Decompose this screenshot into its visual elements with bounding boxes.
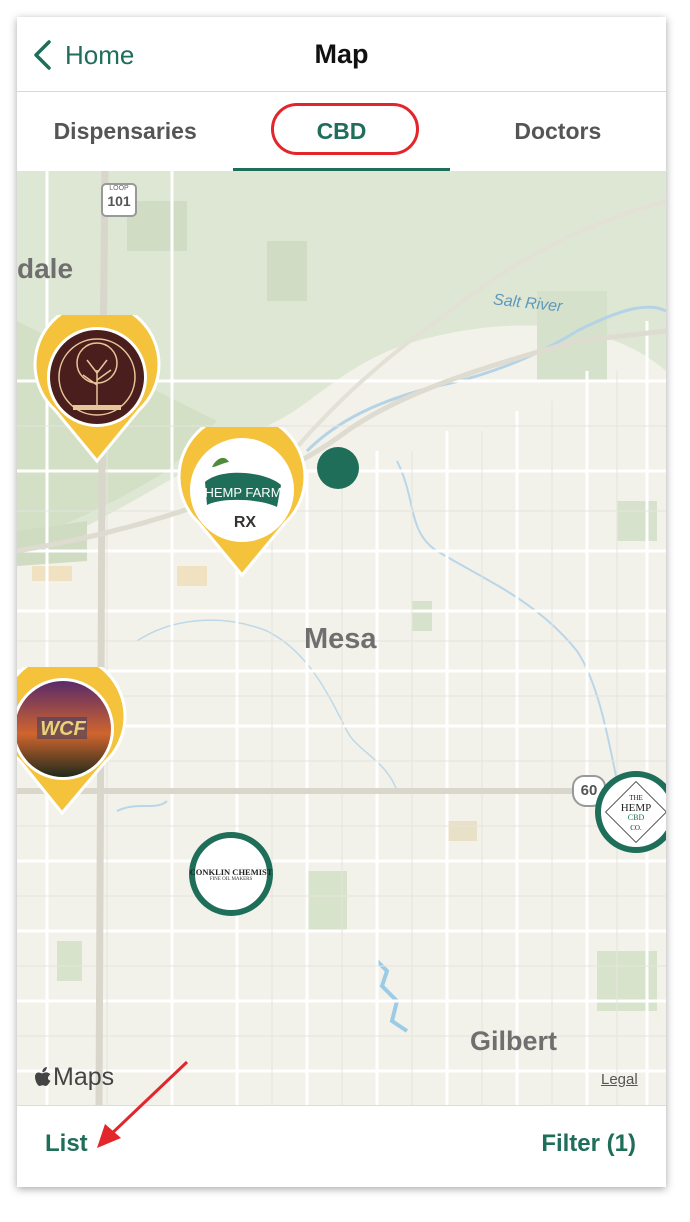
conklin-title: CONKLIN CHEMIST	[189, 866, 273, 877]
bottom-toolbar: List Filter (1)	[17, 1105, 666, 1187]
list-button[interactable]: List	[45, 1130, 88, 1158]
hemp-co-co: CO.	[630, 824, 642, 832]
hemp-co-cbd: CBD	[627, 813, 645, 822]
hemp-farm-text: HEMP FARM	[204, 485, 281, 500]
map-pin-tree-dispensary[interactable]	[33, 315, 161, 465]
apple-logo-icon	[35, 1066, 51, 1086]
current-location-dot[interactable]	[317, 447, 359, 489]
tab-dispensaries[interactable]: Dispensaries	[17, 92, 233, 171]
category-tabs: Dispensaries CBD Doctors	[17, 92, 666, 171]
shield-101-text: 101	[107, 193, 131, 209]
page-title: Map	[314, 39, 369, 69]
map-view[interactable]: dale Mesa Gilbert Salt River LOOP 101 60	[17, 171, 666, 1105]
hemp-co-hemp: HEMP	[620, 802, 652, 814]
wcf-logo-text: WCF	[40, 718, 86, 740]
map-pin-hemp-farm-rx[interactable]: HEMP FARM RX	[177, 427, 307, 579]
shield-loop-text: LOOP	[109, 185, 129, 192]
tab-cbd[interactable]: CBD	[233, 92, 450, 171]
conklin-subtitle: FINE OIL MAKERS	[209, 876, 253, 882]
phone-screen: Home Map Dispensaries CBD Doctors dale M…	[17, 17, 666, 1187]
tab-doctors[interactable]: Doctors	[450, 92, 666, 171]
apple-maps-attribution: Maps	[35, 1063, 114, 1092]
city-label-mesa: Mesa	[304, 623, 377, 655]
hemp-farm-rx-text: RX	[234, 514, 257, 531]
city-label-gilbert: Gilbert	[470, 1026, 558, 1056]
map-pin-wcf[interactable]: WCF	[17, 667, 127, 817]
nav-header: Home Map	[17, 17, 666, 92]
map-pin-conklin-chemist[interactable]: CONKLIN CHEMIST FINE OIL MAKERS	[189, 832, 273, 916]
loop-101-shield: LOOP 101	[101, 183, 137, 217]
city-label-scottsdale: dale	[17, 253, 74, 284]
maps-text: Maps	[53, 1063, 115, 1091]
filter-button[interactable]: Filter (1)	[541, 1130, 636, 1158]
legal-link[interactable]: Legal	[601, 1071, 638, 1088]
